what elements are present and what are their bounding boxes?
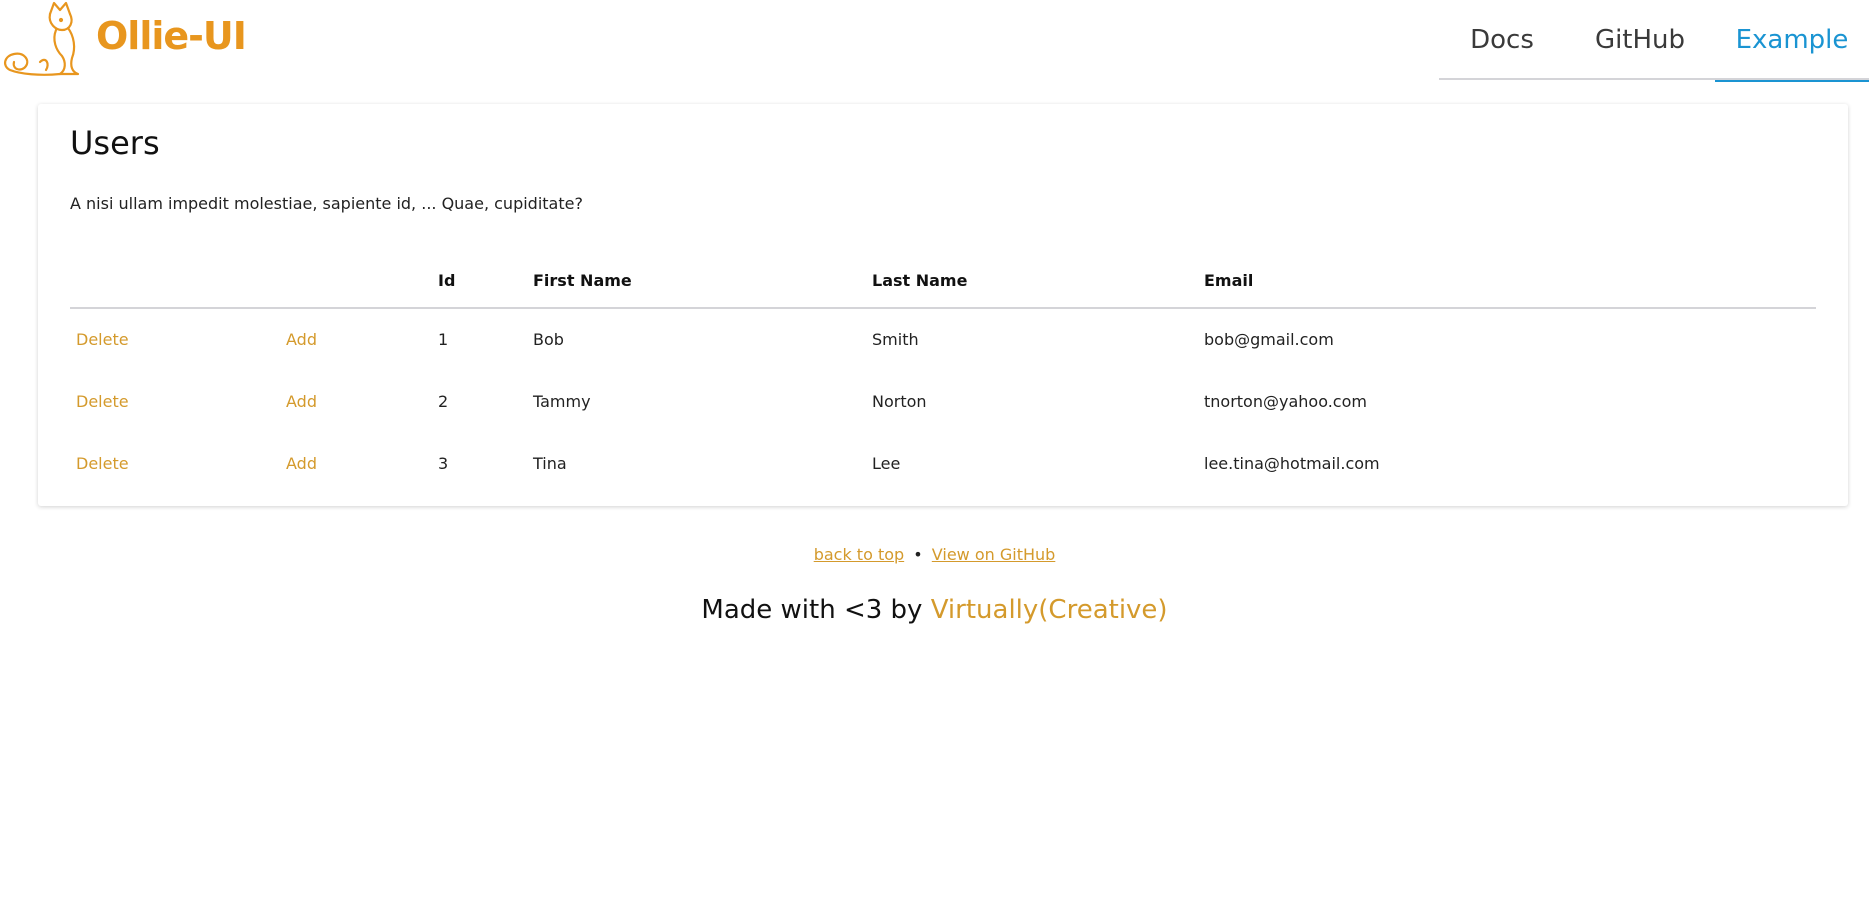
- header: Ollie-UI Docs GitHub Example: [0, 0, 1869, 82]
- cell-first-name: Bob: [533, 330, 564, 349]
- header-first-name: First Name: [533, 254, 872, 309]
- header-id: Id: [438, 254, 533, 309]
- cell-id: 1: [438, 330, 449, 349]
- made-with-text: Made with <3 by: [701, 595, 931, 625]
- cell-last-name: Smith: [872, 330, 919, 349]
- table-row: Delete Add 1 Bob Smith bob@gmail.com: [70, 308, 1816, 370]
- nav-github[interactable]: GitHub: [1565, 0, 1715, 80]
- view-on-github-link[interactable]: View on GitHub: [932, 545, 1056, 564]
- logo-text: Ollie-UI: [96, 14, 247, 58]
- table-row: Delete Add 2 Tammy Norton tnorton@yahoo.…: [70, 370, 1816, 432]
- delete-button[interactable]: Delete: [76, 392, 129, 411]
- header-email: Email: [1204, 254, 1816, 309]
- cat-icon: [4, 1, 80, 76]
- add-button[interactable]: Add: [286, 392, 317, 411]
- cell-id: 2: [438, 391, 449, 411]
- footer-links: back to top • View on GitHub: [0, 545, 1869, 564]
- top-nav: Docs GitHub Example: [1439, 0, 1869, 82]
- cell-first-name: Tina: [533, 453, 567, 473]
- header-last-name: Last Name: [872, 254, 1204, 309]
- card-description: A nisi ullam impedit molestiae, sapiente…: [70, 194, 583, 213]
- cell-last-name: Norton: [872, 391, 927, 411]
- cell-email: tnorton@yahoo.com: [1204, 391, 1367, 411]
- delete-button[interactable]: Delete: [76, 330, 129, 349]
- header-actions-add: [286, 254, 438, 309]
- made-with-credit: Made with <3 by Virtually(Creative): [0, 595, 1869, 625]
- header-actions-delete: [70, 254, 286, 309]
- back-to-top-link[interactable]: back to top: [814, 545, 904, 564]
- cell-email: lee.tina@hotmail.com: [1204, 453, 1380, 473]
- footer-separator: •: [913, 545, 923, 564]
- users-card: Users A nisi ullam impedit molestiae, sa…: [38, 104, 1848, 506]
- cell-id: 3: [438, 453, 449, 473]
- delete-button[interactable]: Delete: [76, 454, 129, 473]
- add-button[interactable]: Add: [286, 330, 317, 349]
- logo[interactable]: Ollie-UI: [0, 0, 247, 80]
- table-header-row: Id First Name Last Name Email: [70, 254, 1816, 309]
- users-table: Id First Name Last Name Email Delete Add…: [70, 254, 1816, 494]
- cell-last-name: Lee: [872, 453, 901, 473]
- nav-docs[interactable]: Docs: [1439, 0, 1565, 80]
- cell-first-name: Tammy: [533, 391, 591, 411]
- card-title: Users: [70, 124, 160, 162]
- table-row: Delete Add 3 Tina Lee lee.tina@hotmail.c…: [70, 432, 1816, 494]
- add-button[interactable]: Add: [286, 454, 317, 473]
- nav-example[interactable]: Example: [1715, 0, 1869, 82]
- author-link[interactable]: Virtually(Creative): [931, 595, 1168, 625]
- cell-email: bob@gmail.com: [1204, 330, 1334, 349]
